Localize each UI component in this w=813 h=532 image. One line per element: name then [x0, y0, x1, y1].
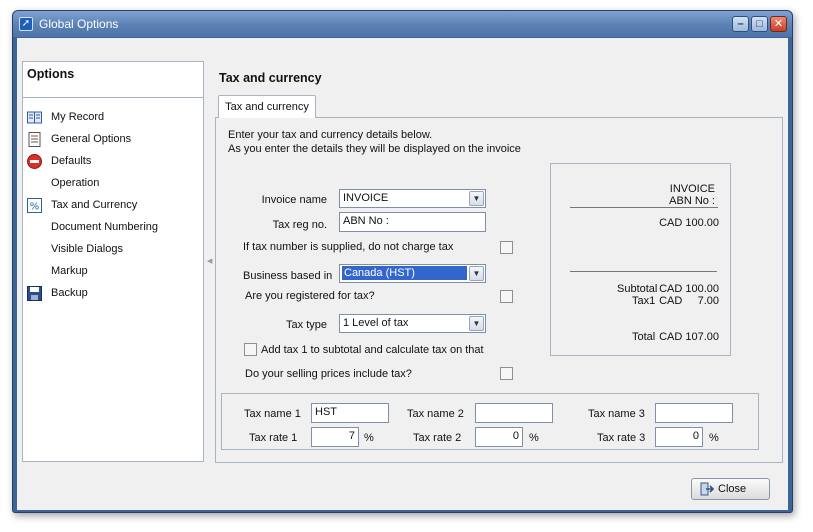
minimize-button[interactable]: – [732, 16, 749, 32]
splitter-grip-icon: ◀ [207, 258, 213, 265]
tax-rate3-input[interactable]: 0 [655, 427, 703, 447]
sidebar-item-my-record[interactable]: My Record [27, 109, 199, 127]
document-icon [28, 132, 41, 147]
sidebar-item-defaults[interactable]: Defaults [27, 153, 199, 171]
app-arrow-icon: ➚ [19, 17, 33, 31]
sidebar-item-label: Defaults [51, 155, 92, 167]
sidebar-item-visible-dialogs[interactable]: Visible Dialogs [27, 241, 199, 259]
invoice-name-label: Invoice name [261, 194, 327, 206]
sidebar-item-label: Document Numbering [51, 221, 158, 233]
prices-include-tax-label: Do your selling prices include tax? [245, 368, 412, 380]
tax-rate3-percent: % [709, 432, 719, 444]
intro-line-2: As you enter the details they will be di… [228, 143, 521, 155]
business-based-label: Business based in [243, 270, 333, 282]
maximize-button[interactable]: □ [751, 16, 768, 32]
preview-tax1-value: CAD 7.00 [659, 295, 719, 307]
tax-name3-label: Tax name 3 [588, 408, 645, 420]
tax-rate2-input[interactable]: 0 [475, 427, 523, 447]
chevron-down-icon[interactable]: ▼ [469, 266, 484, 281]
preview-tax1-label: Tax1 [632, 295, 656, 307]
sidebar-item-general-options[interactable]: General Options [27, 131, 199, 149]
chevron-down-icon[interactable]: ▼ [469, 316, 484, 331]
sidebar-item-label: General Options [51, 133, 132, 145]
chevron-down-icon[interactable]: ▼ [469, 191, 484, 206]
window-client-area: Options My Record General Options Defaul… [17, 38, 788, 510]
tax-reg-label: Tax reg no. [272, 219, 327, 231]
tax-name3-input[interactable] [655, 403, 733, 423]
preview-total-label: Total [632, 331, 656, 343]
add-tax1-checkbox[interactable] [244, 343, 257, 356]
sidebar-item-label: Backup [51, 287, 88, 299]
tax-type-dropdown[interactable]: 1 Level of tax ▼ [339, 314, 486, 333]
sidebar-item-backup[interactable]: Backup [27, 285, 199, 303]
intro-line-1: Enter your tax and currency details belo… [228, 129, 433, 141]
no-tax-if-number-label: If tax number is supplied, do not charge… [243, 241, 454, 253]
section-title: Tax and currency [219, 71, 322, 85]
sidebar-item-operation[interactable]: Operation [27, 175, 199, 193]
svg-text:%: % [30, 202, 40, 213]
sidebar-title: Options [27, 67, 75, 81]
prices-include-tax-checkbox[interactable] [500, 367, 513, 380]
no-tax-if-number-checkbox[interactable] [500, 241, 513, 254]
sidebar-item-label: Operation [51, 177, 100, 189]
tax-rate2-label: Tax rate 2 [413, 432, 462, 444]
sidebar-item-tax-and-currency[interactable]: % Tax and Currency [27, 197, 199, 215]
tax-rate1-input[interactable]: 7 [311, 427, 359, 447]
sidebar-item-label: Tax and Currency [51, 199, 138, 211]
tab-tax-and-currency[interactable]: Tax and currency [218, 95, 316, 118]
sidebar-item-markup[interactable]: Markup [27, 263, 199, 281]
tax-type-value: 1 Level of tax [343, 317, 409, 329]
panel-splitter[interactable]: ◀ [206, 61, 212, 462]
floppy-disk-icon [27, 286, 42, 301]
registered-label: Are you registered for tax? [245, 290, 375, 302]
tax-name1-label: Tax name 1 [244, 408, 301, 420]
no-entry-icon [27, 154, 42, 169]
percent-icon: % [27, 198, 42, 213]
preview-total-value: CAD 107.00 [659, 331, 719, 343]
preview-abn: ABN No : [669, 195, 715, 207]
sidebar-item-label: Markup [51, 265, 88, 277]
title-bar[interactable]: ➚ Global Options – □ ✕ [13, 11, 792, 37]
sidebar-item-label: My Record [51, 111, 105, 123]
preview-invoice-title: INVOICE [669, 183, 715, 195]
sidebar-item-label: Visible Dialogs [51, 243, 123, 255]
business-based-value: Canada (HST) [342, 266, 467, 280]
tax-name1-input[interactable]: HST [311, 403, 389, 423]
preview-divider [570, 271, 717, 272]
global-options-window: ➚ Global Options – □ ✕ Options My Record [12, 10, 793, 513]
invoice-name-dropdown[interactable]: INVOICE ▼ [339, 189, 486, 208]
sidebar-divider [23, 97, 203, 98]
sidebar-item-document-numbering[interactable]: Document Numbering [27, 219, 199, 237]
close-button-label: Close [718, 483, 747, 495]
preview-subtotal-label: Subtotal [617, 283, 658, 295]
business-based-dropdown[interactable]: Canada (HST) ▼ [339, 264, 486, 283]
invoice-preview: INVOICE ABN No : CAD 100.00 Subtotal CAD… [550, 163, 731, 356]
preview-subtotal-value: CAD 100.00 [659, 283, 719, 295]
tax-name2-label: Tax name 2 [407, 408, 464, 420]
tax-rate3-label: Tax rate 3 [597, 432, 646, 444]
tax-rate1-percent: % [364, 432, 374, 444]
tax-type-label: Tax type [286, 319, 327, 331]
close-button[interactable]: Close [691, 478, 770, 500]
book-icon [27, 111, 42, 124]
preview-line-amount: CAD 100.00 [659, 217, 719, 229]
invoice-name-value: INVOICE [343, 192, 389, 204]
window-title: Global Options [39, 17, 119, 31]
registered-checkbox[interactable] [500, 290, 513, 303]
tax-rate1-label: Tax rate 1 [249, 432, 298, 444]
close-window-button[interactable]: ✕ [770, 16, 787, 32]
tax-reg-input[interactable]: ABN No : [339, 212, 486, 232]
preview-divider [570, 207, 718, 208]
exit-door-icon [700, 482, 714, 496]
options-sidebar: Options My Record General Options Defaul… [22, 61, 204, 462]
add-tax1-label: Add tax 1 to subtotal and calculate tax … [261, 344, 484, 356]
tax-name2-input[interactable] [475, 403, 553, 423]
tax-rate2-percent: % [529, 432, 539, 444]
